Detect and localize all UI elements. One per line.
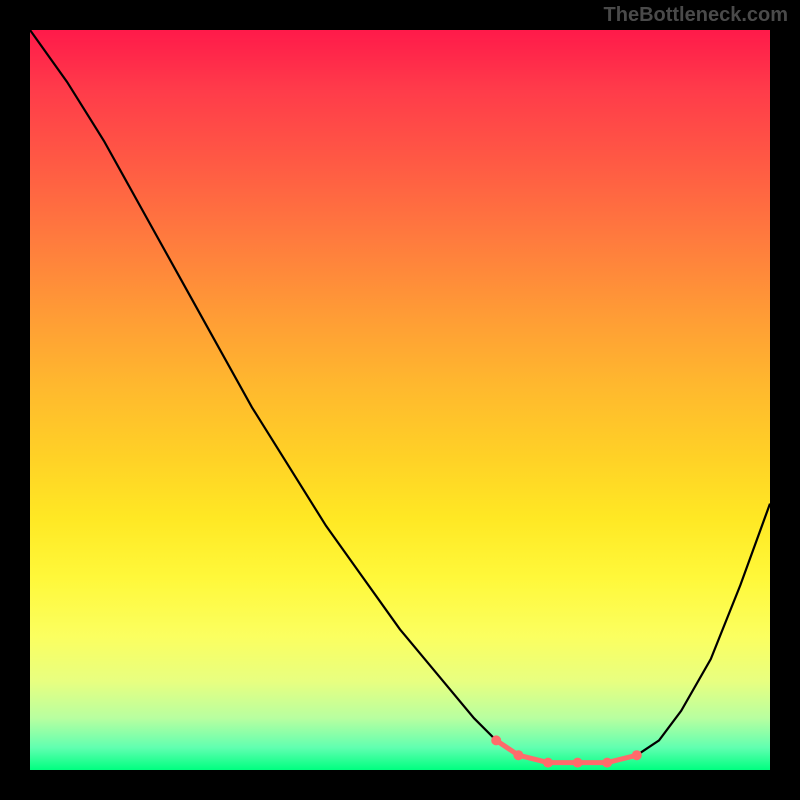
chart-svg <box>30 30 770 770</box>
optimal-zone-markers <box>491 735 642 767</box>
bottleneck-curve-line <box>30 30 770 763</box>
watermark-text: TheBottleneck.com <box>604 4 788 27</box>
chart-plot-area <box>30 30 770 770</box>
